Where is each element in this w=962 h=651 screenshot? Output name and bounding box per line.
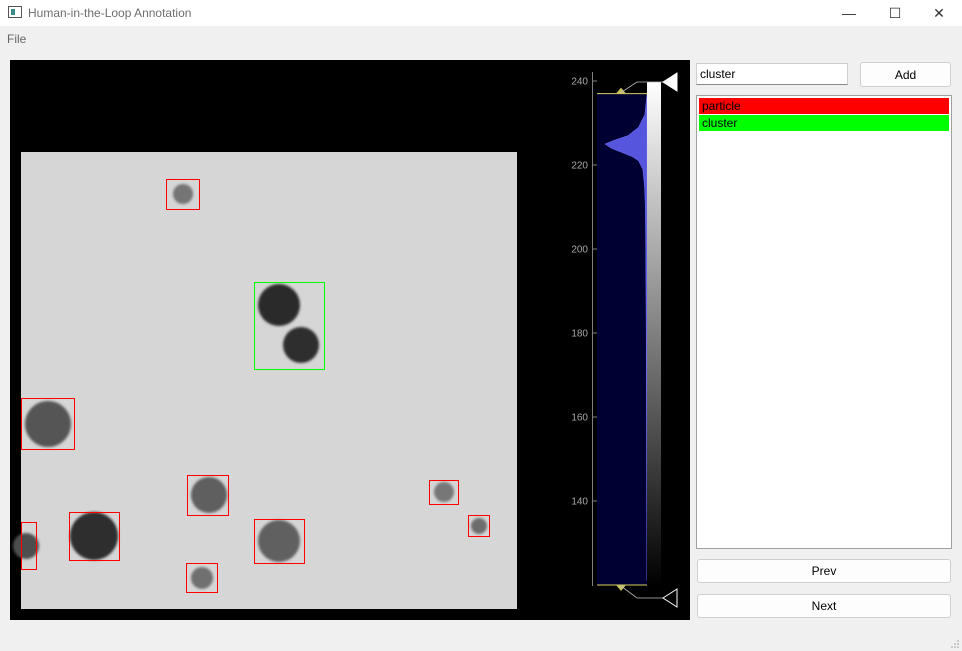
- histogram-tick-label: 220: [571, 161, 588, 172]
- histogram-region[interactable]: [597, 93, 647, 585]
- level-min-marker[interactable]: [616, 585, 626, 591]
- lut-top-handle-icon[interactable]: [662, 72, 678, 92]
- histogram-axis-ticks: 240 220 200 180 160 140: [571, 77, 597, 508]
- lut-bottom-handle-icon[interactable]: [662, 588, 678, 608]
- histogram-widget[interactable]: 240 220 200 180 160 140: [571, 72, 678, 608]
- file-menu[interactable]: File: [7, 32, 26, 46]
- label-list[interactable]: particle cluster: [696, 95, 952, 549]
- menu-bar: File: [0, 28, 962, 48]
- maximize-button[interactable]: ☐: [872, 0, 918, 26]
- label-list-item-particle[interactable]: particle: [699, 98, 949, 114]
- viewer-canvas[interactable]: 240 220 200 180 160 140: [10, 60, 690, 620]
- title-bar: Human-in-the-Loop Annotation — ☐ ✕: [0, 0, 962, 26]
- image-viewer[interactable]: 240 220 200 180 160 140: [10, 60, 690, 620]
- histogram-tick-label: 180: [571, 329, 588, 340]
- window-title: Human-in-the-Loop Annotation: [28, 6, 192, 20]
- next-button[interactable]: Next: [697, 594, 951, 618]
- histogram-tick-label: 160: [571, 413, 588, 424]
- minimize-button[interactable]: —: [826, 0, 872, 26]
- resize-grip-icon[interactable]: [951, 640, 959, 648]
- label-name-input[interactable]: [696, 63, 848, 85]
- histogram-tick-label: 140: [571, 497, 588, 508]
- label-list-item-cluster[interactable]: cluster: [699, 115, 949, 131]
- histogram-tick-label: 200: [571, 245, 588, 256]
- add-label-button[interactable]: Add: [860, 62, 951, 87]
- app-icon: [8, 6, 22, 18]
- histogram-tick-label: 240: [571, 77, 588, 88]
- prev-button[interactable]: Prev: [697, 559, 951, 583]
- microscopy-image[interactable]: [13, 152, 517, 609]
- close-button[interactable]: ✕: [916, 0, 962, 26]
- lut-bottom-connector: [620, 585, 663, 599]
- gradient-lut-bar[interactable]: [647, 82, 661, 586]
